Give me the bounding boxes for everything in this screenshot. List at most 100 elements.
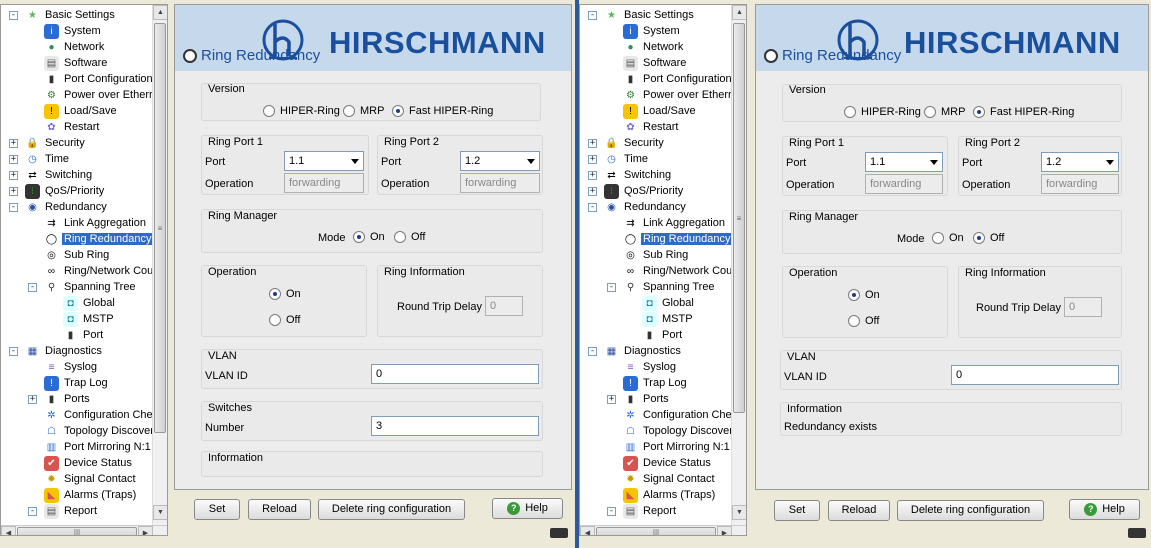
tree-item-time[interactable]: ◷ Time: [25, 151, 71, 167]
tree-item-power-over-etherr[interactable]: ⚙ Power over Etherr: [623, 87, 734, 103]
delete-ring-configuration-button[interactable]: Delete ring configuration: [318, 499, 465, 520]
tree-item-device-status[interactable]: ✔ Device Status: [44, 455, 134, 471]
radio-circle[interactable]: [924, 106, 936, 118]
tree-item-redundancy[interactable]: ◉ Redundancy: [604, 199, 688, 215]
expand-icon[interactable]: +: [588, 139, 597, 148]
tree-vertical-scrollbar[interactable]: ▲ ≡ ▼: [152, 5, 167, 535]
tree-item-software[interactable]: ▤ Software: [623, 55, 688, 71]
radio-operation-off[interactable]: Off: [269, 314, 300, 326]
tree-item-topology-discover[interactable]: ☖ Topology Discover: [623, 423, 735, 439]
tree-item-port[interactable]: ▮ Port: [63, 327, 105, 343]
tree-item-software[interactable]: ▤ Software: [44, 55, 109, 71]
radio-operation-off[interactable]: Off: [848, 315, 879, 327]
tree-item-sub-ring[interactable]: ◎ Sub Ring: [623, 247, 690, 263]
tree-item-basic-settings[interactable]: ★ Basic Settings: [604, 7, 696, 23]
radio-ring-manager-off[interactable]: Off: [394, 231, 425, 243]
tree-horizontal-scrollbar[interactable]: ◀ ||| ▶: [1, 525, 167, 535]
hscroll-thumb[interactable]: |||: [596, 527, 716, 535]
collapse-icon[interactable]: -: [9, 203, 18, 212]
tree-item-ports[interactable]: ▮ Ports: [44, 391, 92, 407]
tree-item-restart[interactable]: ✿ Restart: [44, 119, 101, 135]
tree-item-port-mirroring-n-1[interactable]: ▥ Port Mirroring N:1: [623, 439, 732, 455]
hscroll-thumb[interactable]: |||: [17, 527, 137, 535]
tree-item-link-aggregation[interactable]: ⇉ Link Aggregation: [44, 215, 148, 231]
tree-item-mstp[interactable]: ◘ MSTP: [642, 311, 695, 327]
dropdown-arrow-icon[interactable]: [351, 159, 359, 164]
tree-item-network[interactable]: ● Network: [44, 39, 106, 55]
ring-port-2-select[interactable]: 1.2: [1041, 152, 1119, 172]
tree-item-configuration-chec[interactable]: ✲ Configuration Chec: [44, 407, 160, 423]
help-button[interactable]: ? Help: [492, 498, 563, 519]
tree-item-qos-priority[interactable]: ⁝ QoS/Priority: [604, 183, 685, 199]
delete-ring-configuration-button[interactable]: Delete ring configuration: [897, 500, 1044, 521]
tree-item-system[interactable]: i System: [44, 23, 103, 39]
radio-circle[interactable]: [973, 106, 985, 118]
scroll-up-icon[interactable]: ▲: [732, 5, 746, 20]
radio-circle[interactable]: [269, 288, 281, 300]
dropdown-arrow-icon[interactable]: [930, 160, 938, 165]
collapse-icon[interactable]: -: [28, 283, 37, 292]
tree-item-alarms-traps[interactable]: ◣ Alarms (Traps): [44, 487, 138, 503]
ring-port-2-select[interactable]: 1.2: [460, 151, 540, 171]
tree-item-diagnostics[interactable]: ▦ Diagnostics: [25, 343, 104, 359]
tree-item-ring-redundancy[interactable]: ◯ Ring Redundancy: [623, 231, 733, 247]
scroll-up-icon[interactable]: ▲: [153, 5, 167, 20]
tree-item-global[interactable]: ◘ Global: [642, 295, 696, 311]
radio-circle[interactable]: [353, 231, 365, 243]
tree-item-port-mirroring-n-1[interactable]: ▥ Port Mirroring N:1: [44, 439, 153, 455]
expand-icon[interactable]: +: [588, 155, 597, 164]
set-button[interactable]: Set: [774, 500, 820, 521]
radio-mrp[interactable]: MRP: [924, 106, 965, 118]
tree-item-switching[interactable]: ⇄ Switching: [604, 167, 673, 183]
collapse-icon[interactable]: -: [9, 347, 18, 356]
radio-hiper-ring[interactable]: HIPER-Ring: [844, 106, 921, 118]
scroll-right-icon[interactable]: ▶: [138, 526, 153, 535]
tree-item-spanning-tree[interactable]: ⚲ Spanning Tree: [623, 279, 717, 295]
tree-item-diagnostics[interactable]: ▦ Diagnostics: [604, 343, 683, 359]
tree-item-alarms-traps[interactable]: ◣ Alarms (Traps): [623, 487, 717, 503]
expand-icon[interactable]: +: [9, 139, 18, 148]
radio-fast-hiper-ring[interactable]: Fast HIPER-Ring: [973, 106, 1074, 118]
reload-button[interactable]: Reload: [828, 500, 890, 521]
tree-item-port-configuration[interactable]: ▮ Port Configuration: [623, 71, 734, 87]
collapse-icon[interactable]: -: [28, 507, 37, 516]
tree-vertical-scrollbar[interactable]: ▲ ≡ ▼: [731, 5, 746, 535]
tree-item-spanning-tree[interactable]: ⚲ Spanning Tree: [44, 279, 138, 295]
collapse-icon[interactable]: -: [588, 347, 597, 356]
scroll-down-icon[interactable]: ▼: [732, 505, 746, 520]
radio-ring-manager-on[interactable]: On: [932, 232, 964, 244]
tree-item-syslog[interactable]: ≡ Syslog: [44, 359, 99, 375]
tree-item-trap-log[interactable]: ! Trap Log: [44, 375, 110, 391]
tree-item-ring-network-cou[interactable]: ∞ Ring/Network Cou: [44, 263, 155, 279]
radio-circle[interactable]: [844, 106, 856, 118]
radio-circle[interactable]: [932, 232, 944, 244]
radio-ring-manager-off[interactable]: Off: [973, 232, 1004, 244]
tree-item-restart[interactable]: ✿ Restart: [623, 119, 680, 135]
radio-mrp[interactable]: MRP: [343, 105, 384, 117]
tree-item-power-over-etherr[interactable]: ⚙ Power over Etherr: [44, 87, 155, 103]
set-button[interactable]: Set: [194, 499, 240, 520]
tree-item-ring-redundancy[interactable]: ◯ Ring Redundancy: [44, 231, 154, 247]
expand-icon[interactable]: +: [9, 155, 18, 164]
radio-ring-manager-on[interactable]: On: [353, 231, 385, 243]
tree-item-system[interactable]: i System: [623, 23, 682, 39]
collapse-icon[interactable]: -: [588, 203, 597, 212]
tree-item-device-status[interactable]: ✔ Device Status: [623, 455, 713, 471]
radio-circle[interactable]: [848, 289, 860, 301]
tree-item-signal-contact[interactable]: ✹ Signal Contact: [44, 471, 138, 487]
vlan-id-input[interactable]: 0: [951, 365, 1119, 385]
expand-icon[interactable]: +: [9, 187, 18, 196]
tree-item-trap-log[interactable]: ! Trap Log: [623, 375, 689, 391]
tree-item-link-aggregation[interactable]: ⇉ Link Aggregation: [623, 215, 727, 231]
expand-icon[interactable]: +: [588, 171, 597, 180]
dropdown-arrow-icon[interactable]: [527, 159, 535, 164]
tree-item-sub-ring[interactable]: ◎ Sub Ring: [44, 247, 111, 263]
radio-operation-on[interactable]: On: [848, 289, 880, 301]
tree-item-load-save[interactable]: ! Load/Save: [44, 103, 119, 119]
radio-circle[interactable]: [848, 315, 860, 327]
radio-hiper-ring[interactable]: HIPER-Ring: [263, 105, 340, 117]
scroll-right-icon[interactable]: ▶: [717, 526, 732, 535]
tree-item-syslog[interactable]: ≡ Syslog: [623, 359, 678, 375]
scroll-left-icon[interactable]: ◀: [580, 526, 595, 535]
expand-icon[interactable]: +: [9, 171, 18, 180]
